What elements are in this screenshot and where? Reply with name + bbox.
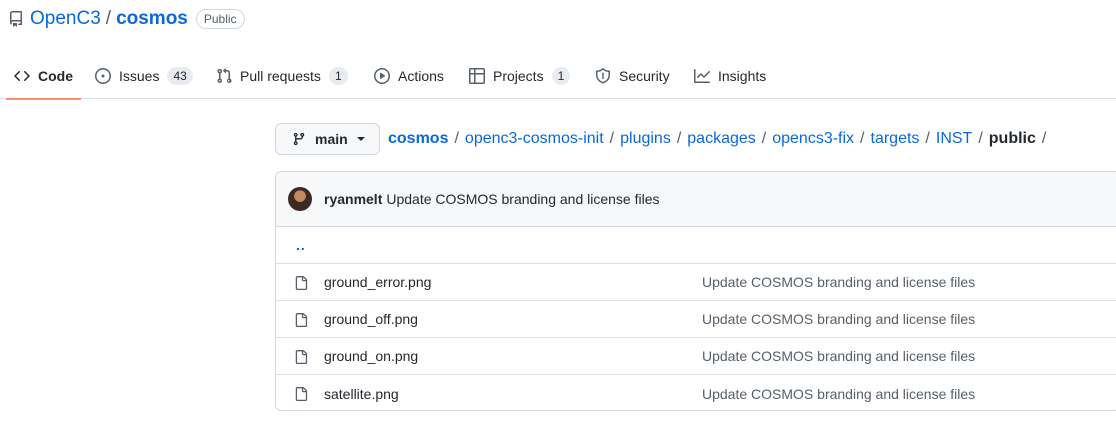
visibility-badge: Public — [195, 9, 245, 29]
breadcrumb-trailing-separator: / — [1041, 130, 1047, 147]
file-commit-message-link[interactable]: Update COSMOS branding and license files — [702, 274, 975, 290]
projects-counter: 1 — [551, 66, 571, 85]
breadcrumb-link-packages[interactable]: packages — [687, 130, 756, 147]
file-icon — [294, 349, 308, 365]
tab-projects[interactable]: Projects 1 — [469, 52, 571, 99]
tab-pull-requests[interactable]: Pull requests 1 — [216, 52, 348, 99]
breadcrumb-separator: / — [925, 130, 930, 147]
file-list-box: ryanmelt Update COSMOS branding and lice… — [275, 171, 1116, 411]
tab-label: Actions — [398, 67, 444, 84]
code-icon — [14, 68, 30, 84]
tab-issues[interactable]: Issues 43 — [95, 52, 193, 99]
breadcrumb-root-link[interactable]: cosmos — [388, 130, 448, 147]
breadcrumb-link-demo[interactable]: opencs3-fix — [772, 130, 854, 147]
breadcrumb-link-inst[interactable]: INST — [936, 130, 972, 147]
selected-tab-underline — [6, 98, 81, 100]
tab-label: Insights — [718, 67, 767, 84]
issue-opened-icon — [95, 67, 111, 84]
tab-code[interactable]: Code — [6, 52, 81, 100]
table-row: ground_off.png Update COSMOS branding an… — [276, 301, 1116, 338]
tab-label: Issues — [119, 67, 160, 84]
breadcrumb-link-opencs-init[interactable]: openc3-cosmos-init — [465, 130, 604, 147]
latest-commit-row: ryanmelt Update COSMOS branding and lice… — [276, 172, 1116, 227]
tab-label: Pull requests — [240, 67, 321, 84]
breadcrumb-separator: / — [860, 130, 865, 147]
tab-security[interactable]: Security — [595, 52, 670, 99]
tab-label: Security — [619, 67, 670, 84]
table-row: ground_error.png Update COSMOS branding … — [276, 264, 1116, 301]
file-name-link[interactable]: ground_error.png — [324, 274, 431, 290]
shield-icon — [595, 67, 611, 84]
file-name-link[interactable]: ground_off.png — [324, 311, 418, 327]
breadcrumb-link-plugins[interactable]: plugins — [620, 130, 671, 147]
git-branch-icon — [292, 131, 306, 147]
table-row: satellite.png Update COSMOS branding and… — [276, 375, 1116, 410]
file-name-link[interactable]: ground_on.png — [324, 348, 418, 364]
repo-icon — [8, 11, 24, 27]
repo-tab-nav: Code Issues 43 Pull requests 1 Actions P… — [0, 52, 1116, 100]
tab-actions[interactable]: Actions — [374, 52, 444, 99]
breadcrumb: cosmos / openc3-cosmos-init / plugins / packag… — [388, 128, 1046, 150]
breadcrumb-link-targets[interactable]: targets — [871, 130, 920, 147]
table-row: ground_on.png Update COSMOS branding and… — [276, 338, 1116, 375]
git-pull-request-icon — [216, 67, 232, 84]
tab-label: Code — [38, 67, 73, 84]
file-name-link[interactable]: satellite.png — [324, 386, 399, 402]
repo-header: OpenC3 / cosmos Public — [8, 6, 245, 32]
file-icon — [294, 386, 308, 402]
tab-label: Projects — [493, 67, 544, 84]
file-icon — [294, 275, 308, 291]
play-icon — [374, 67, 390, 84]
breadcrumb-current: public — [988, 130, 1036, 147]
breadcrumb-separator: / — [978, 130, 983, 147]
repo-separator: / — [105, 8, 112, 29]
breadcrumb-separator: / — [761, 130, 767, 147]
file-commit-message-link[interactable]: Update COSMOS branding and license files — [702, 348, 975, 364]
issues-counter: 43 — [167, 66, 193, 85]
file-commit-message-link[interactable]: Update COSMOS branding and license files — [702, 311, 975, 327]
branch-name: main — [315, 131, 348, 147]
graph-icon — [694, 68, 710, 84]
file-commit-message-link[interactable]: Update COSMOS branding and license files — [702, 386, 975, 402]
commit-author-link[interactable]: ryanmelt — [324, 191, 382, 207]
repo-name-link[interactable]: cosmos — [116, 8, 188, 30]
breadcrumb-separator: / — [454, 130, 459, 147]
file-icon — [294, 312, 308, 328]
breadcrumb-separator: / — [609, 130, 615, 147]
commit-message-link[interactable]: Update COSMOS branding and license files — [386, 191, 659, 207]
breadcrumb-separator: / — [676, 130, 682, 147]
avatar[interactable] — [288, 187, 312, 211]
branch-select-button[interactable]: main — [275, 123, 380, 155]
pull-requests-counter: 1 — [328, 66, 348, 85]
repo-owner-link[interactable]: OpenC3 — [30, 8, 101, 30]
triangle-down-icon — [356, 136, 366, 142]
parent-directory-link[interactable]: .. — [296, 237, 306, 253]
tab-insights[interactable]: Insights — [694, 52, 766, 99]
parent-directory-row: .. — [276, 227, 1116, 264]
table-icon — [469, 67, 485, 84]
